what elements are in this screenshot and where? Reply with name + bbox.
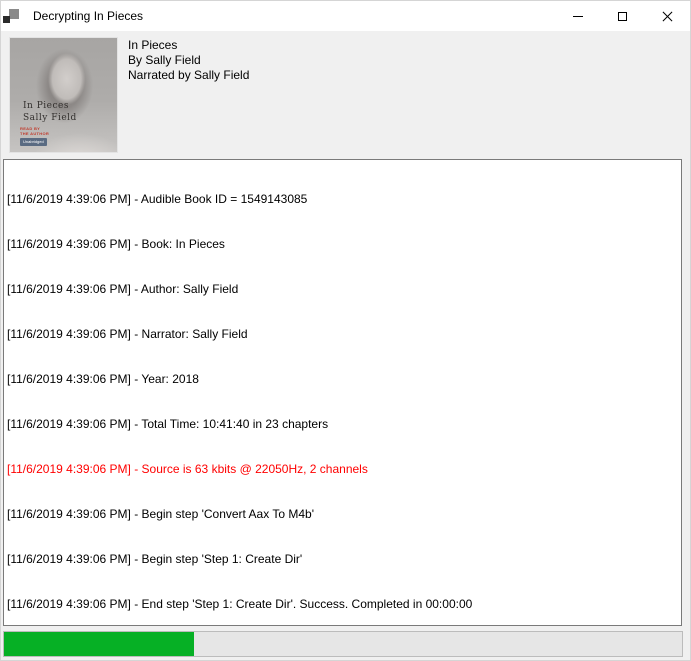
log-line-error: [11/6/2019 4:39:06 PM] - Source is 63 kb… bbox=[7, 462, 681, 477]
cover-title: In Pieces bbox=[23, 100, 77, 112]
log-line: [11/6/2019 4:39:06 PM] - Audible Book ID… bbox=[7, 192, 681, 207]
window-controls bbox=[555, 1, 690, 31]
book-author: By Sally Field bbox=[128, 53, 249, 68]
cover-author: Sally Field bbox=[23, 112, 77, 124]
book-info: In Pieces By Sally Field Narrated by Sal… bbox=[128, 38, 249, 83]
maximize-button[interactable] bbox=[600, 1, 645, 31]
app-icon-square-gray bbox=[9, 9, 19, 19]
cover-edition-badge: Unabridged bbox=[20, 138, 47, 146]
book-title: In Pieces bbox=[128, 38, 249, 53]
log-textbox[interactable]: [11/6/2019 4:39:06 PM] - Audible Book ID… bbox=[3, 159, 682, 626]
progress-bar-fill bbox=[4, 632, 194, 656]
cover-title-text: In Pieces Sally Field bbox=[23, 100, 77, 124]
app-window: Decrypting In Pieces In Pieces Sally Fie… bbox=[0, 0, 691, 661]
log-line: [11/6/2019 4:39:06 PM] - Total Time: 10:… bbox=[7, 417, 681, 432]
window-title: Decrypting In Pieces bbox=[33, 9, 143, 23]
book-narrator: Narrated by Sally Field bbox=[128, 68, 249, 83]
app-icon bbox=[3, 8, 19, 24]
close-button[interactable] bbox=[645, 1, 690, 31]
progress-bar bbox=[3, 631, 683, 657]
log-line: [11/6/2019 4:39:06 PM] - Author: Sally F… bbox=[7, 282, 681, 297]
minimize-button[interactable] bbox=[555, 1, 600, 31]
log-line: [11/6/2019 4:39:06 PM] - Begin step 'Ste… bbox=[7, 552, 681, 567]
app-icon-square-dark bbox=[3, 16, 10, 23]
book-cover-image: In Pieces Sally Field READ BY THE AUTHOR… bbox=[9, 37, 118, 153]
log-line: [11/6/2019 4:39:06 PM] - Narrator: Sally… bbox=[7, 327, 681, 342]
titlebar: Decrypting In Pieces bbox=[1, 1, 690, 31]
minimize-icon bbox=[573, 16, 583, 17]
log-line: [11/6/2019 4:39:06 PM] - End step 'Step … bbox=[7, 597, 681, 612]
log-line: [11/6/2019 4:39:06 PM] - Year: 2018 bbox=[7, 372, 681, 387]
close-icon bbox=[662, 11, 673, 22]
maximize-icon bbox=[618, 12, 627, 21]
cover-read-by-badge: READ BY THE AUTHOR bbox=[20, 126, 49, 136]
log-line: [11/6/2019 4:39:06 PM] - Book: In Pieces bbox=[7, 237, 681, 252]
log-line: [11/6/2019 4:39:06 PM] - Begin step 'Con… bbox=[7, 507, 681, 522]
